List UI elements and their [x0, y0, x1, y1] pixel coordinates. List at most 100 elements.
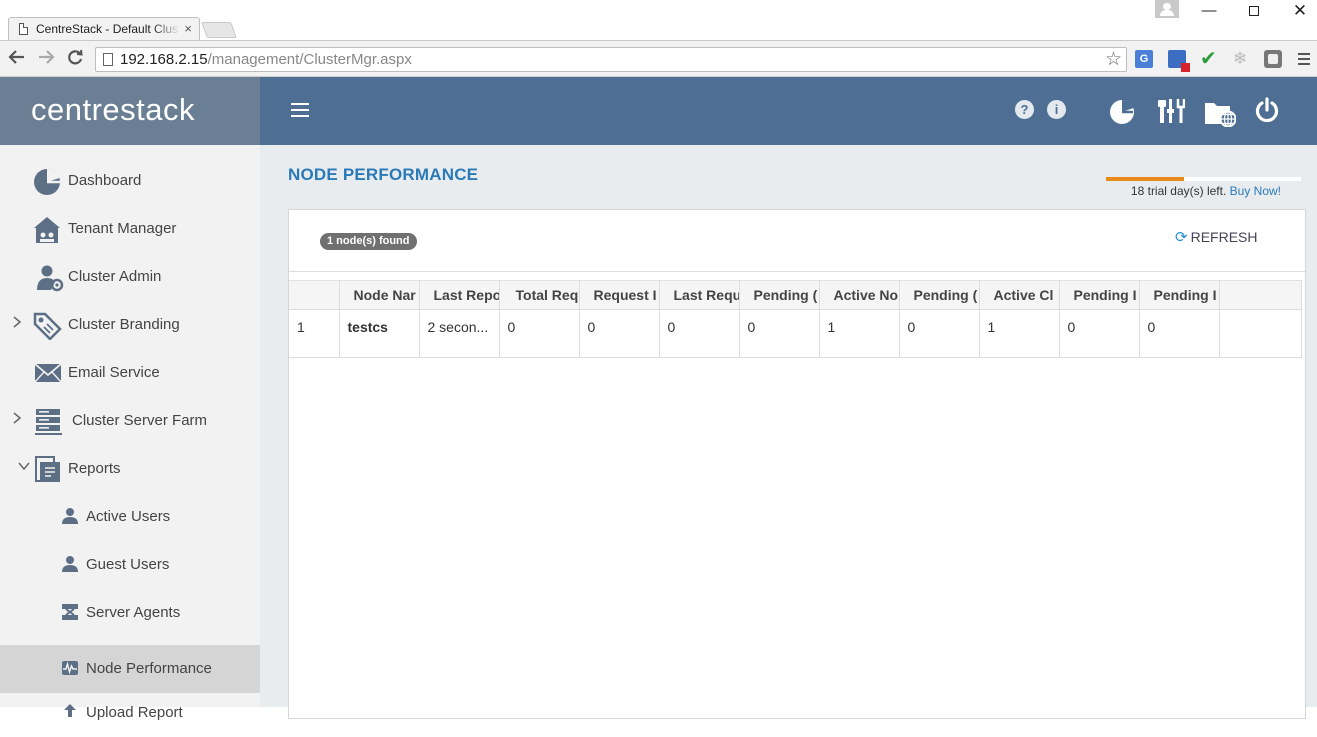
reports-icon [35, 456, 63, 482]
table-header-row: Node Nar Last Repo Total Req Request I L… [289, 280, 1302, 310]
browser-toolbar: 192.168.2.15/management/ClusterMgr.aspx … [0, 40, 1317, 77]
table-cell: 1 [979, 309, 1060, 358]
sidebar-item-cluster-server-farm[interactable]: Cluster Server Farm [0, 397, 260, 445]
sidebar-item-tenant-manager[interactable]: Tenant Manager [0, 205, 260, 253]
page-icon [19, 23, 28, 35]
forward-button[interactable] [37, 49, 55, 68]
panel-toolbar: 1 node(s) found ⟳ REFRESH [289, 210, 1305, 272]
dashboard-shortcut-icon[interactable] [1109, 99, 1135, 125]
browser-tabbar: CentreStack - Default Clus × — ✕ [0, 0, 1317, 40]
maximize-icon [1249, 6, 1259, 16]
performance-icon [61, 659, 79, 677]
collapse-chevron-icon[interactable] [17, 459, 31, 475]
expand-chevron-icon[interactable] [12, 411, 22, 428]
table-cell: 0 [499, 309, 580, 358]
trial-notice: 18 trial day(s) left. Buy Now! [1106, 184, 1281, 198]
sidebar-item-reports[interactable]: Reports [0, 445, 260, 493]
upload-icon [61, 703, 79, 721]
column-header[interactable]: Pending I [1139, 280, 1220, 310]
column-header[interactable]: Request I [579, 280, 660, 310]
sidebar-item-cluster-branding[interactable]: Cluster Branding [0, 301, 260, 349]
column-header[interactable]: Node Nar [339, 280, 420, 310]
sidebar-item-email-service[interactable]: Email Service [0, 349, 260, 397]
email-icon [34, 360, 62, 386]
table-cell: 1 [819, 309, 900, 358]
tab-close-icon[interactable]: × [184, 21, 192, 36]
box-extension-icon[interactable] [1264, 50, 1282, 68]
cast-extension-icon[interactable] [1168, 50, 1190, 72]
node-panel: 1 node(s) found ⟳ REFRESH Node Nar Last R… [288, 209, 1306, 719]
info-icon[interactable]: i [1047, 100, 1066, 119]
column-header[interactable]: Active Cl [979, 280, 1060, 310]
column-header[interactable]: Total Req [499, 280, 580, 310]
table-cell [1219, 309, 1302, 358]
branding-icon [33, 312, 62, 341]
new-tab-button[interactable] [201, 22, 237, 38]
browser-menu-button[interactable] [1298, 53, 1310, 68]
trial-progress-bar [1106, 177, 1301, 181]
snowflake-extension-icon[interactable]: ❄ [1233, 50, 1251, 68]
address-bar[interactable]: 192.168.2.15/management/ClusterMgr.aspx … [95, 47, 1127, 72]
node-performance-table: Node Nar Last Repo Total Req Request I L… [289, 280, 1302, 358]
sidebar-item-active-users[interactable]: Active Users [0, 493, 260, 541]
column-header[interactable]: Last Requ [659, 280, 740, 310]
table-row[interactable]: 1 testcs 2 secon... 0 0 0 0 1 0 1 0 0 [289, 309, 1302, 358]
tab-title: CentreStack - Default Clus [36, 22, 179, 36]
table-cell: 0 [1059, 309, 1140, 358]
brand-logo[interactable]: centrestack [0, 77, 260, 145]
sidebar: Dashboard Tenant Manager Cluster Admin C… [0, 145, 260, 721]
table-cell: testcs [339, 309, 420, 358]
refresh-icon: ⟳ [1175, 229, 1188, 246]
column-header[interactable]: Pending ( [899, 280, 980, 310]
column-header[interactable] [289, 280, 340, 310]
node-count-badge: 1 node(s) found [320, 233, 417, 250]
table-cell: 0 [659, 309, 740, 358]
table-cell: 0 [1139, 309, 1220, 358]
profile-icon[interactable] [1155, 0, 1179, 18]
translate-extension-icon[interactable]: G [1135, 50, 1153, 68]
column-header[interactable]: Last Repo [419, 280, 500, 310]
browser-tab[interactable]: CentreStack - Default Clus × [8, 17, 200, 40]
column-header[interactable]: Pending I [1059, 280, 1140, 310]
user-icon [61, 555, 79, 573]
user-icon [61, 507, 79, 525]
refresh-label: REFRESH [1190, 229, 1258, 245]
sidebar-item-upload-report[interactable]: Upload Report [0, 689, 260, 737]
maximize-button[interactable] [1231, 0, 1277, 22]
settings-tools-icon[interactable] [1157, 97, 1185, 125]
column-header[interactable]: Pending ( [739, 280, 820, 310]
sidebar-item-dashboard[interactable]: Dashboard [0, 157, 260, 205]
folder-globe-icon[interactable] [1204, 99, 1236, 127]
table-cell: 1 [289, 309, 340, 358]
trial-progress-fill [1106, 177, 1184, 181]
sidebar-item-cluster-admin[interactable]: Cluster Admin [0, 253, 260, 301]
check-extension-icon[interactable]: ✔ [1200, 49, 1218, 69]
sidebar-item-server-agents[interactable]: Server Agents [0, 589, 260, 637]
expand-chevron-icon[interactable] [12, 315, 22, 332]
back-arrow-icon [8, 50, 24, 64]
table-cell: 0 [899, 309, 980, 358]
column-header[interactable]: Active No [819, 280, 900, 310]
column-header [1219, 280, 1302, 310]
close-window-button[interactable]: ✕ [1277, 0, 1317, 22]
table-cell: 0 [739, 309, 820, 358]
refresh-button[interactable]: ⟳ REFRESH [1175, 228, 1257, 246]
back-button[interactable] [8, 49, 26, 68]
trial-days-text: 18 trial day(s) left. [1130, 184, 1227, 198]
reload-button[interactable] [66, 49, 84, 70]
cluster-admin-icon [36, 264, 64, 292]
logout-power-icon[interactable] [1254, 97, 1280, 123]
sidebar-item-guest-users[interactable]: Guest Users [0, 541, 260, 589]
help-icon[interactable]: ? [1015, 100, 1034, 119]
main-content: NODE PERFORMANCE 18 trial day(s) left. B… [260, 145, 1317, 719]
minimize-button[interactable]: — [1186, 0, 1232, 22]
reload-icon [68, 49, 83, 65]
brand-text: centrestack [31, 92, 196, 127]
bookmark-star-icon[interactable]: ☆ [1105, 48, 1122, 71]
forward-arrow-icon [39, 50, 55, 64]
sidebar-item-node-performance[interactable]: Node Performance [0, 645, 260, 693]
url-text: 192.168.2.15/management/ClusterMgr.aspx [120, 51, 412, 68]
buy-now-link[interactable]: Buy Now! [1230, 184, 1281, 198]
page-info-icon[interactable] [103, 53, 113, 66]
menu-toggle-icon[interactable] [291, 103, 309, 121]
